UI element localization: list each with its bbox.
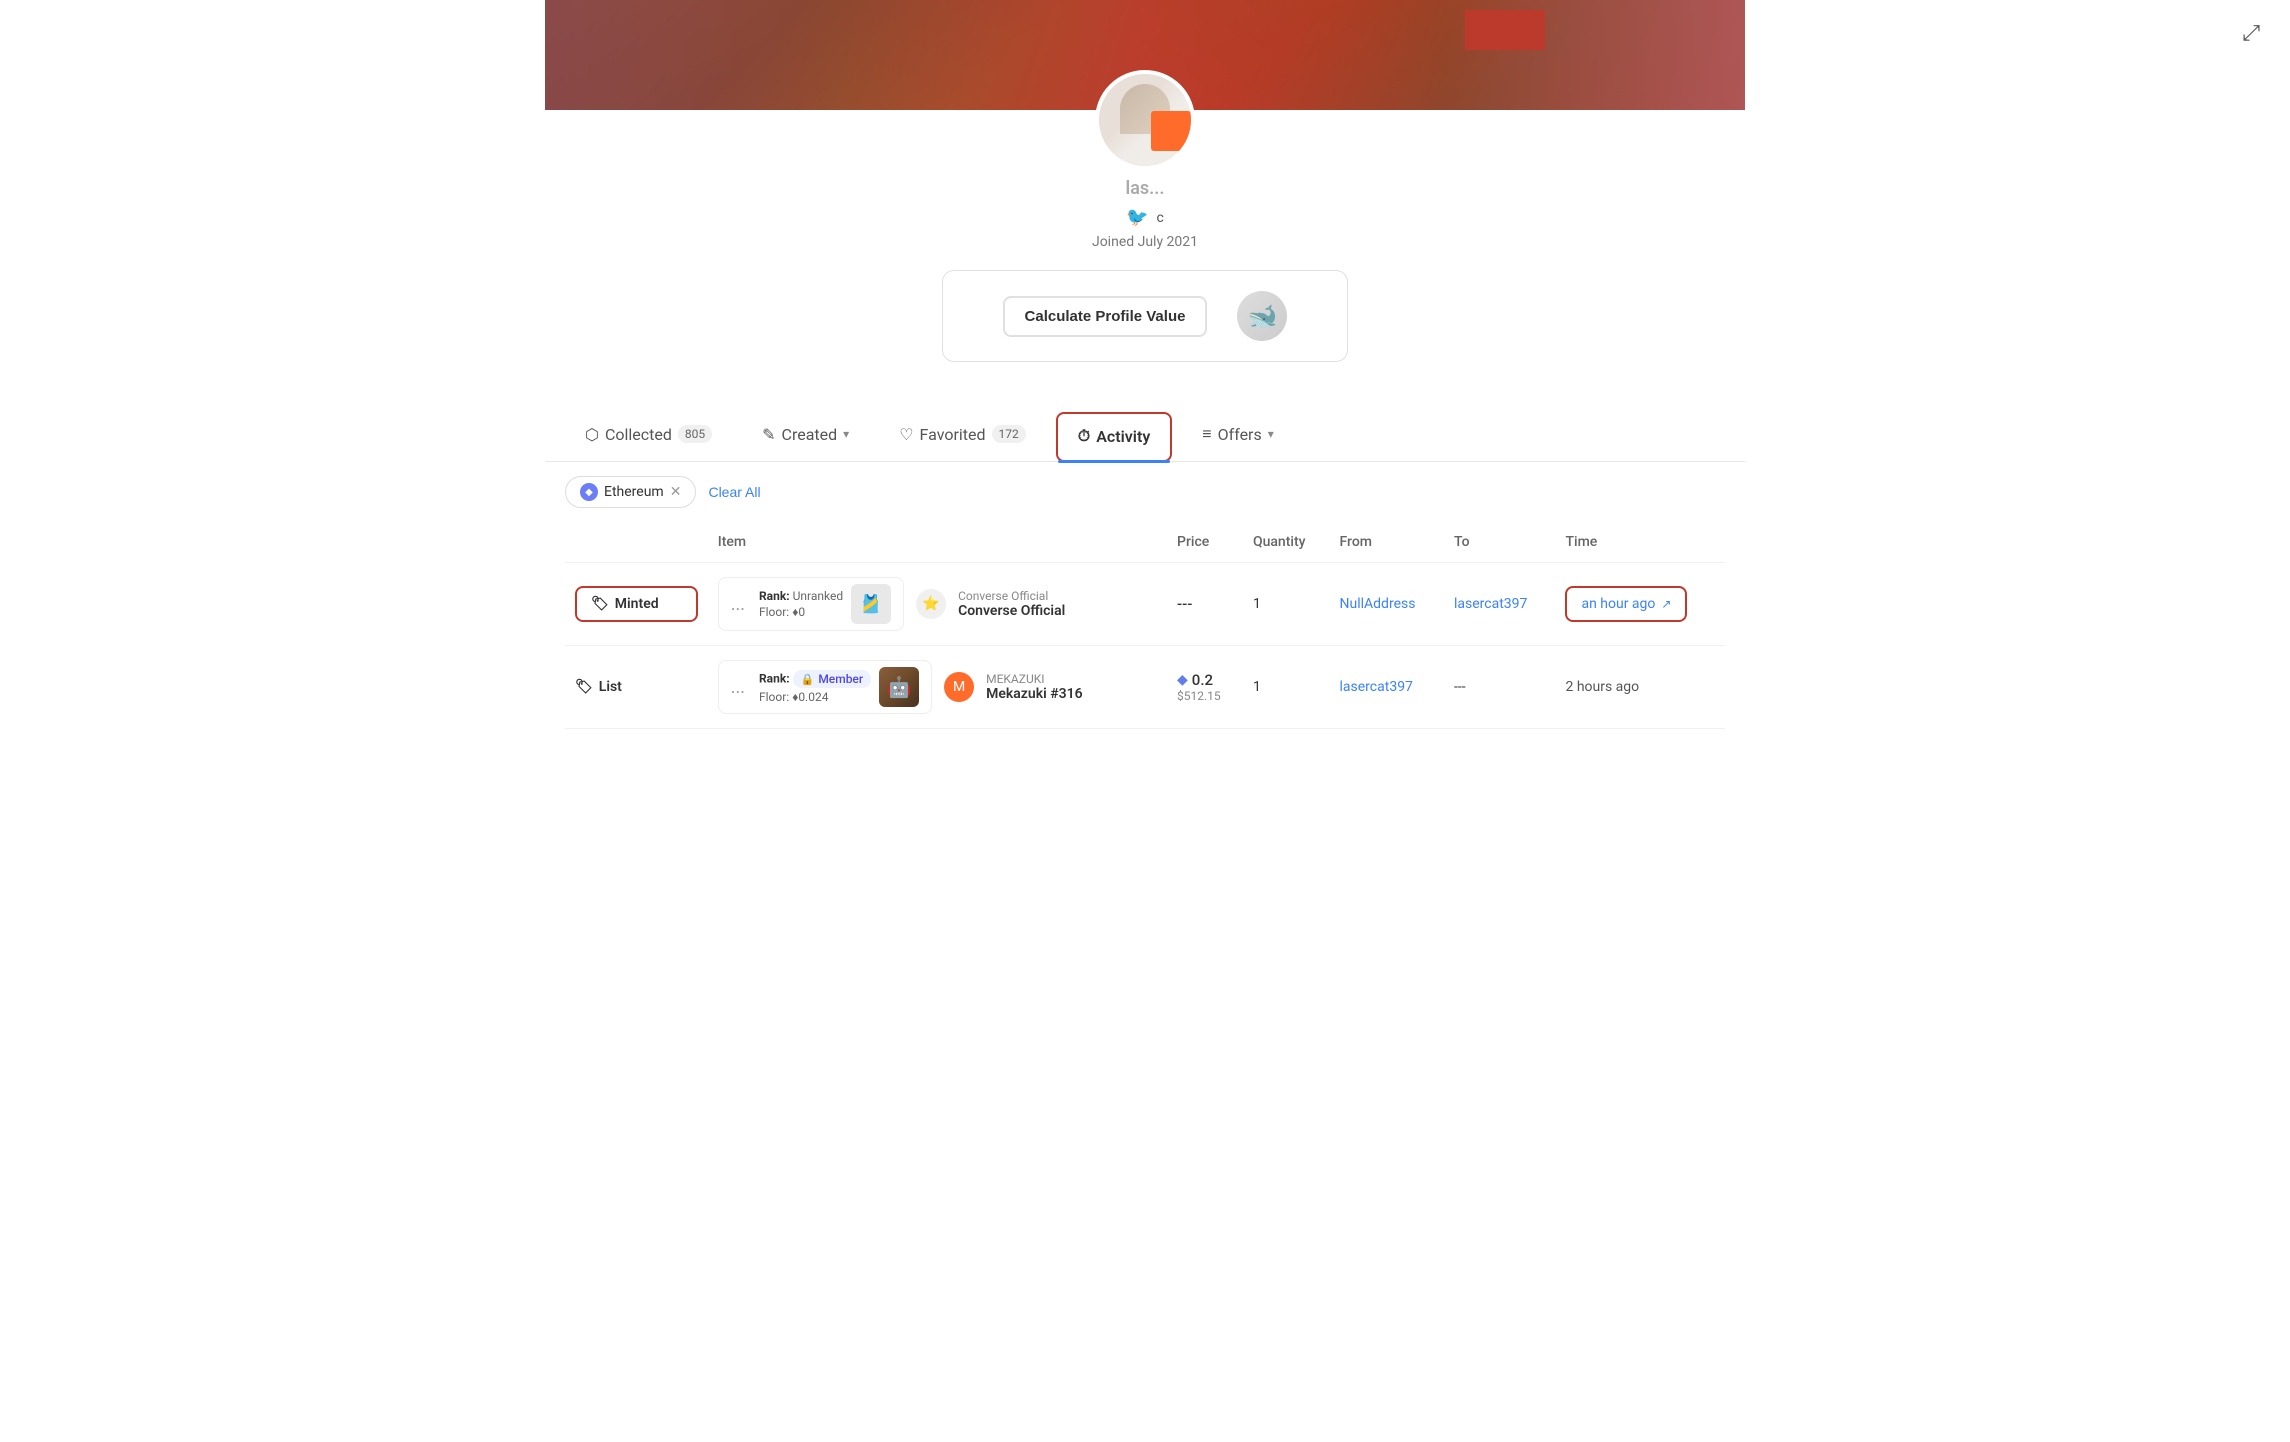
item-name-row2: Mekazuki #316 <box>986 686 1082 702</box>
twitter-icon: 🐦 <box>1126 207 1148 228</box>
clear-all-button[interactable]: Clear All <box>708 484 760 500</box>
share-icon: ⤢ <box>2242 20 2260 45</box>
calculate-profile-value-button[interactable]: Calculate Profile Value <box>1003 296 1208 337</box>
eth-symbol-row2: ◆ <box>1177 672 1188 688</box>
created-icon: ✎ <box>762 425 775 444</box>
avatar <box>1095 70 1195 170</box>
event-type-list: List <box>599 679 622 695</box>
event-type-minted: Minted <box>615 596 659 612</box>
mint-icon: 🏷 <box>591 596 609 612</box>
from-link-row1[interactable]: NullAddress <box>1340 596 1416 612</box>
col-header-price: Price <box>1167 522 1243 563</box>
price-eth-row2: 0.2 <box>1192 671 1213 689</box>
col-header-item: Item <box>708 522 1167 563</box>
col-header-from: From <box>1330 522 1444 563</box>
time-value-row2: 2 hours ago <box>1565 679 1639 695</box>
profile-value-card: Calculate Profile Value 🐋 <box>942 270 1349 362</box>
item-cell-row1: ... Rank: Unranked Floor: ♦0 🎽 <box>708 563 1167 646</box>
member-badge: 🔒 Member <box>793 670 872 688</box>
to-cell-row1: lasercat397 <box>1444 563 1555 646</box>
offers-icon: ≡ <box>1202 424 1211 444</box>
twitter-handle: c <box>1157 210 1164 226</box>
price-usd-row2: $512.15 <box>1177 689 1233 703</box>
dots-menu-row1[interactable]: ... <box>731 594 745 615</box>
quantity-value-row2: 1 <box>1253 679 1261 695</box>
to-link-row1[interactable]: lasercat397 <box>1454 596 1527 612</box>
col-header-quantity: Quantity <box>1243 522 1330 563</box>
tab-favorited[interactable]: ♡ Favorited 172 <box>879 413 1046 461</box>
from-link-row2[interactable]: lasercat397 <box>1340 679 1413 695</box>
tab-offers-label: Offers <box>1218 425 1262 444</box>
tab-created[interactable]: ✎ Created ▾ <box>742 413 869 461</box>
share-button[interactable]: ⤢ <box>2242 20 2260 46</box>
external-link-icon-row1[interactable]: ↗ <box>1661 597 1671 611</box>
item-name-row1: Converse Official <box>958 603 1065 619</box>
from-cell-row1: NullAddress <box>1330 563 1444 646</box>
col-header-time: Time <box>1555 522 1725 563</box>
chevron-down-icon-offers: ▾ <box>1268 427 1274 441</box>
tab-collected-label: Collected <box>605 425 672 444</box>
time-value-row1: an hour ago <box>1581 596 1655 612</box>
ethereum-chip-label: Ethereum <box>604 484 664 500</box>
tab-offers[interactable]: ≡ Offers ▾ <box>1182 412 1293 461</box>
item-floor-row2: Floor: ♦0.024 <box>759 690 871 704</box>
table-row: 🏷 List ... Rank: <box>565 646 1725 729</box>
close-chip-icon[interactable]: ✕ <box>670 484 682 500</box>
lock-icon: 🔒 <box>801 673 815 686</box>
to-cell-row2: --- <box>1444 646 1555 729</box>
event-cell-minted: 🏷 Minted <box>565 563 708 646</box>
mekazuki-thumbnail: 🤖 <box>879 667 919 707</box>
converse-collection-icon: ⭐ <box>916 589 946 619</box>
col-header-event <box>565 522 708 563</box>
activity-table-container: Item Price Quantity From To Time 🏷 Minte… <box>545 522 1745 769</box>
filter-row: ◆ Ethereum ✕ Clear All <box>545 462 1745 522</box>
item-rank-row1: Rank: Unranked <box>759 589 843 603</box>
collection-name-row1: Converse Official <box>958 589 1065 603</box>
time-cell-row2: 2 hours ago <box>1555 646 1725 729</box>
ethereum-filter-chip[interactable]: ◆ Ethereum ✕ <box>565 476 696 508</box>
chevron-down-icon: ▾ <box>843 427 849 441</box>
tab-favorited-count: 172 <box>992 425 1026 443</box>
joined-date: Joined July 2021 <box>1092 234 1198 250</box>
price-cell-row1: --- <box>1167 563 1243 646</box>
to-value-row2: --- <box>1454 679 1466 695</box>
tab-activity[interactable]: ⏱ Activity <box>1056 412 1173 462</box>
table-row: 🏷 Minted ... Rank: Unranked <box>565 563 1725 646</box>
price-cell-row2: ◆ 0.2 $512.15 <box>1167 646 1243 729</box>
activity-icon: ⏱ <box>1078 426 1090 446</box>
opensea-mascot: 🐋 <box>1237 291 1287 341</box>
collected-icon: ⬡ <box>585 425 599 444</box>
list-icon: 🏷 <box>575 679 593 695</box>
from-cell-row2: lasercat397 <box>1330 646 1444 729</box>
item-floor-row1: Floor: ♦0 <box>759 605 843 619</box>
tabs-row: ⬡ Collected 805 ✎ Created ▾ ♡ Favorited … <box>545 412 1745 462</box>
tab-created-label: Created <box>782 425 838 444</box>
price-value-row1: --- <box>1177 595 1192 613</box>
time-cell-row1: an hour ago ↗ <box>1555 563 1725 646</box>
quantity-cell-row2: 1 <box>1243 646 1330 729</box>
social-row: 🐦 c <box>1126 207 1164 228</box>
dots-menu-row2[interactable]: ... <box>731 677 745 698</box>
item-thumbnail-placeholder-row1: 🎽 <box>851 584 891 624</box>
quantity-cell-row1: 1 <box>1243 563 1330 646</box>
collection-name-row2: MEKAZUKI <box>986 672 1082 686</box>
activity-table: Item Price Quantity From To Time 🏷 Minte… <box>565 522 1725 729</box>
item-cell-row2: ... Rank: 🔒 Member <box>708 646 1167 729</box>
tab-collected-count: 805 <box>678 425 712 443</box>
username: las... <box>1126 178 1165 199</box>
col-header-to: To <box>1444 522 1555 563</box>
profile-section: las... 🐦 c Joined July 2021 Calculate Pr… <box>545 110 1745 382</box>
event-cell-list: 🏷 List <box>565 646 708 729</box>
tab-collected[interactable]: ⬡ Collected 805 <box>565 413 732 461</box>
item-rank-row2: Rank: 🔒 Member <box>759 670 871 688</box>
mekazuki-collection-icon: M <box>944 672 974 702</box>
favorited-icon: ♡ <box>899 425 913 444</box>
quantity-value-row1: 1 <box>1253 596 1261 612</box>
page-wrapper: ⤢ las... 🐦 c Joined July 2021 Calculate … <box>545 0 1745 769</box>
tab-favorited-label: Favorited <box>920 425 986 444</box>
tab-activity-label: Activity <box>1096 427 1150 446</box>
ethereum-dot-icon: ◆ <box>580 483 598 501</box>
